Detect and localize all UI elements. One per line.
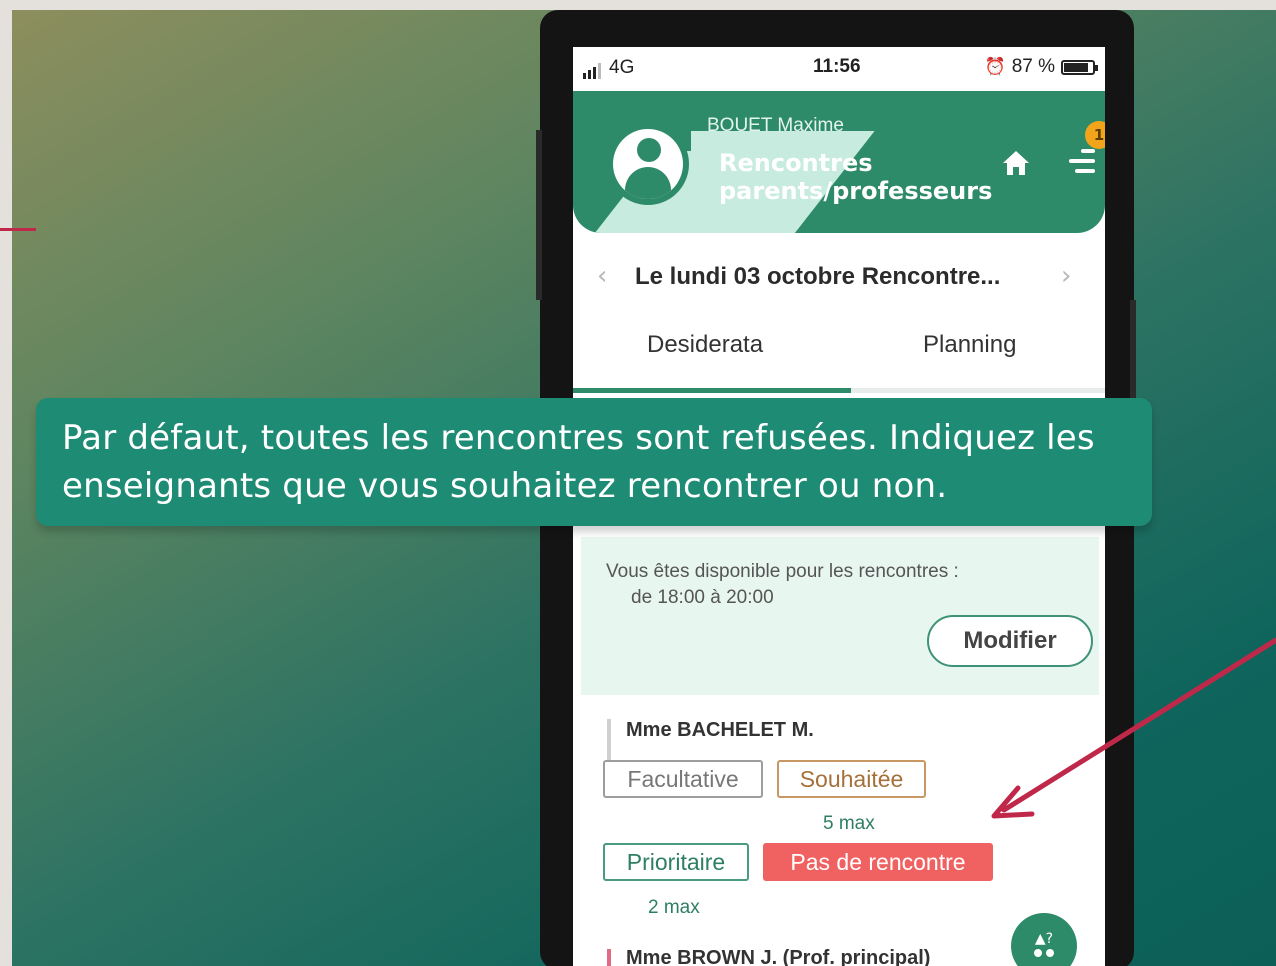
- status-bar: 4G 11:56 ⏰ 87 %: [573, 47, 1105, 89]
- tab-desiderata[interactable]: Desiderata: [647, 331, 763, 359]
- active-tab-indicator: [573, 388, 851, 393]
- phone-side-button: [536, 130, 542, 300]
- info-banner: Par défaut, toutes les rencontres sont r…: [36, 398, 1152, 526]
- help-icon[interactable]: ▲?: [1011, 913, 1077, 966]
- clock: 11:56: [813, 56, 861, 77]
- menu-icon[interactable]: [1063, 141, 1095, 181]
- battery-icon: [1061, 59, 1098, 75]
- app-header: BOUET Maxime Rencontres parents/professe…: [573, 91, 1105, 233]
- notification-badge: 1: [1085, 121, 1105, 149]
- page-title: Rencontres parents/professeurs: [719, 149, 993, 205]
- decorative-line: [0, 228, 36, 231]
- signal-icon: [583, 63, 601, 79]
- banner-text: Par défaut, toutes les rencontres sont r…: [62, 418, 1095, 506]
- teacher-name: Mme BROWN J. (Prof. principal): [626, 947, 931, 966]
- availability-text: Vous êtes disponible pour les rencontres…: [606, 561, 959, 582]
- option-souhaitee[interactable]: Souhaitée: [777, 760, 926, 798]
- teacher-marker: [607, 719, 611, 763]
- option-pas-de-rencontre[interactable]: Pas de rencontre: [763, 843, 993, 881]
- alarm-icon: ⏰: [984, 57, 1006, 76]
- tab-planning[interactable]: Planning: [923, 331, 1016, 359]
- date-label[interactable]: Le lundi 03 octobre Rencontre...: [635, 263, 1000, 291]
- network-label: 4G: [609, 57, 635, 78]
- teacher-name: Mme BACHELET M.: [626, 719, 814, 741]
- option-facultative[interactable]: Facultative: [603, 760, 763, 798]
- battery-label: 87 %: [1011, 56, 1055, 77]
- option-prioritaire[interactable]: Prioritaire: [603, 843, 749, 881]
- user-name: BOUET Maxime: [707, 115, 844, 136]
- user-icon[interactable]: [607, 123, 689, 205]
- arrow-annotation: [991, 637, 1276, 819]
- home-icon[interactable]: [1001, 149, 1031, 177]
- teacher-marker: [607, 949, 611, 966]
- prioritaire-max: 2 max: [648, 897, 700, 918]
- date-navigation: ‹ Le lundi 03 octobre Rencontre... ›: [573, 259, 1105, 299]
- souhaitee-max: 5 max: [823, 813, 875, 834]
- svg-text:▲?: ▲?: [1035, 931, 1053, 947]
- chevron-left-icon[interactable]: ‹: [597, 261, 607, 291]
- tab-bar: Desiderata Planning: [573, 327, 1105, 393]
- availability-time: de 18:00 à 20:00: [631, 587, 774, 608]
- chevron-right-icon[interactable]: ›: [1061, 261, 1071, 291]
